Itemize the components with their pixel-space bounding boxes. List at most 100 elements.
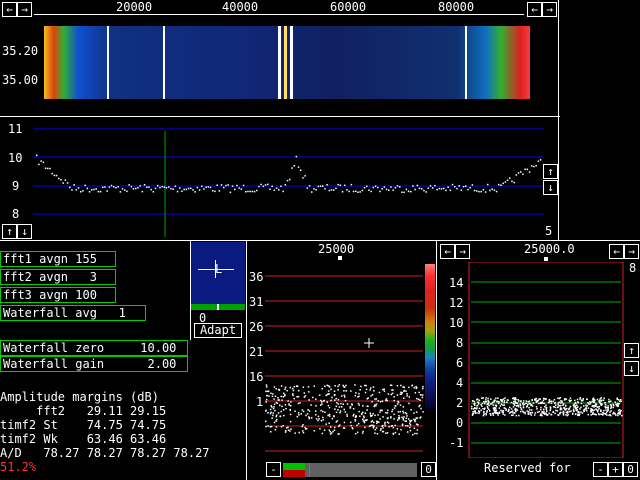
right-spectrum-point	[600, 404, 602, 407]
right-spectrum-point	[610, 410, 612, 412]
waterfall-display[interactable]	[44, 26, 530, 99]
mid-spectrum-point	[270, 425, 273, 428]
right-spectrum-point	[482, 397, 484, 399]
right-spectrum-point	[573, 409, 575, 412]
mid-spectrum-point	[299, 402, 301, 404]
mid-spectrum-point	[272, 414, 274, 417]
mid-spectrum-point	[406, 415, 408, 417]
mid-spectrum-point	[275, 401, 278, 404]
mid-spectrum-point	[269, 426, 271, 428]
spectrum-point	[209, 186, 212, 189]
spectrum-point	[291, 167, 293, 169]
right-spectrum-plot[interactable]	[437, 261, 625, 459]
waterfall-scroll-left-button[interactable]: ←	[2, 2, 17, 17]
spectrum-point	[251, 190, 254, 193]
spectrum-right-up-button[interactable]: ↑	[543, 164, 558, 179]
right-spectrum-point	[512, 414, 514, 416]
right-spectrum-point	[538, 410, 540, 413]
spectrum-plot[interactable]	[0, 117, 558, 240]
mid-spectrum-point	[344, 396, 346, 398]
right-spectrum-point	[580, 406, 582, 409]
right-spectrum-point	[515, 398, 517, 401]
mid-spectrum-point	[354, 419, 356, 421]
mid-spectrum-point	[355, 415, 357, 418]
waterfall-gain-box[interactable]: Waterfall gain 2.00	[0, 356, 188, 372]
mid-zero-button[interactable]: 0	[421, 462, 436, 477]
right-spectrum-point	[519, 406, 522, 408]
right-spectrum-point	[579, 408, 581, 410]
mid-spectrum-point	[307, 386, 310, 388]
right-up-button[interactable]: ↑	[624, 343, 639, 358]
spectrum-point	[253, 190, 256, 193]
right-minus-button[interactable]: -	[593, 462, 608, 477]
mid-spectrum-point	[366, 419, 368, 421]
mid-spectrum-point	[334, 426, 336, 429]
mid-spectrum-point	[273, 406, 275, 408]
waterfall-scroll-right2-button[interactable]: →	[542, 2, 557, 17]
mid-spectrum-plot[interactable]	[247, 262, 435, 462]
right-zero-button[interactable]: 0	[623, 462, 638, 477]
mid-spectrum-point	[391, 408, 394, 411]
waterfall-scroll-left2-button[interactable]: ←	[527, 2, 542, 17]
right-spectrum-point	[599, 398, 601, 400]
spectrum-point	[126, 190, 128, 193]
right-spectrum-point	[564, 405, 567, 407]
mid-spectrum-point	[336, 402, 338, 404]
right-spectrum-point	[569, 397, 572, 399]
mid-spectrum-point	[275, 415, 278, 418]
spectrum-point	[183, 188, 185, 191]
mid-spectrum-point	[384, 423, 386, 425]
mid-spectrum-point	[387, 417, 389, 419]
spectrum-point	[229, 191, 232, 194]
mid-spectrum-point	[292, 394, 294, 397]
spectrum-point	[425, 191, 427, 193]
mid-spectrum-point	[271, 406, 273, 408]
right-left-button[interactable]: ←	[440, 244, 455, 259]
right-right2-button[interactable]: →	[624, 244, 639, 259]
mid-spectrum-point	[275, 388, 277, 390]
waterfall-avg-box[interactable]: Waterfall avg 1	[0, 305, 146, 321]
mid-level-bar	[283, 463, 417, 477]
right-spectrum-point	[498, 412, 501, 414]
spectrum-point	[93, 188, 95, 191]
right-down-button[interactable]: ↓	[624, 361, 639, 376]
mid-spectrum-point	[397, 417, 400, 419]
right-spectrum-point	[513, 403, 515, 405]
spectrum-down-button[interactable]: ↓	[17, 224, 32, 239]
spectrum-right-down-button[interactable]: ↓	[543, 180, 558, 195]
mid-spectrum-point	[362, 405, 364, 407]
right-plus-button[interactable]: +	[608, 462, 623, 477]
mid-spectrum-point	[373, 425, 375, 427]
right-left2-button[interactable]: ←	[609, 244, 624, 259]
mid-spectrum-point	[326, 401, 328, 403]
agc-meter[interactable]: L	[191, 242, 245, 304]
mid-spectrum-point	[393, 407, 396, 409]
adapt-button[interactable]: Adapt	[194, 323, 242, 338]
margin-row: A/D 78.27 78.27 78.27 78.27	[0, 446, 210, 460]
mid-spectrum-point	[333, 394, 336, 397]
right-spectrum-point	[557, 414, 559, 416]
right-right-button[interactable]: →	[455, 244, 470, 259]
waterfall-zero-box[interactable]: Waterfall zero 10.00	[0, 340, 188, 356]
spectrum-point	[388, 189, 390, 191]
right-spectrum-point	[478, 410, 480, 413]
mid-spectrum-point	[365, 384, 367, 387]
mid-spectrum-point	[305, 414, 307, 417]
mid-spectrum-point	[315, 405, 317, 407]
spectrum-point	[293, 165, 295, 167]
waterfall-scroll-right-button[interactable]: →	[17, 2, 32, 17]
fft3-avgn-box[interactable]: fft3 avgn 100	[0, 287, 116, 303]
right-spectrum-point	[569, 405, 572, 408]
spectrum-point	[82, 190, 84, 192]
right-spectrum-point	[529, 411, 532, 414]
fft1-avgn-box[interactable]: fft1 avgn 155	[0, 251, 116, 267]
mid-spectrum-point	[331, 396, 333, 399]
mid-minus-button[interactable]: -	[266, 462, 281, 477]
fft2-avgn-box[interactable]: fft2 avgn 3	[0, 269, 116, 285]
spectrum-point	[115, 187, 117, 189]
spectrum-up-button[interactable]: ↑	[2, 224, 17, 239]
mid-spectrum-point	[280, 426, 283, 428]
mid-spectrum-point	[273, 403, 276, 406]
mid-spectrum-point	[335, 411, 338, 414]
mid-spectrum-point	[267, 425, 269, 427]
